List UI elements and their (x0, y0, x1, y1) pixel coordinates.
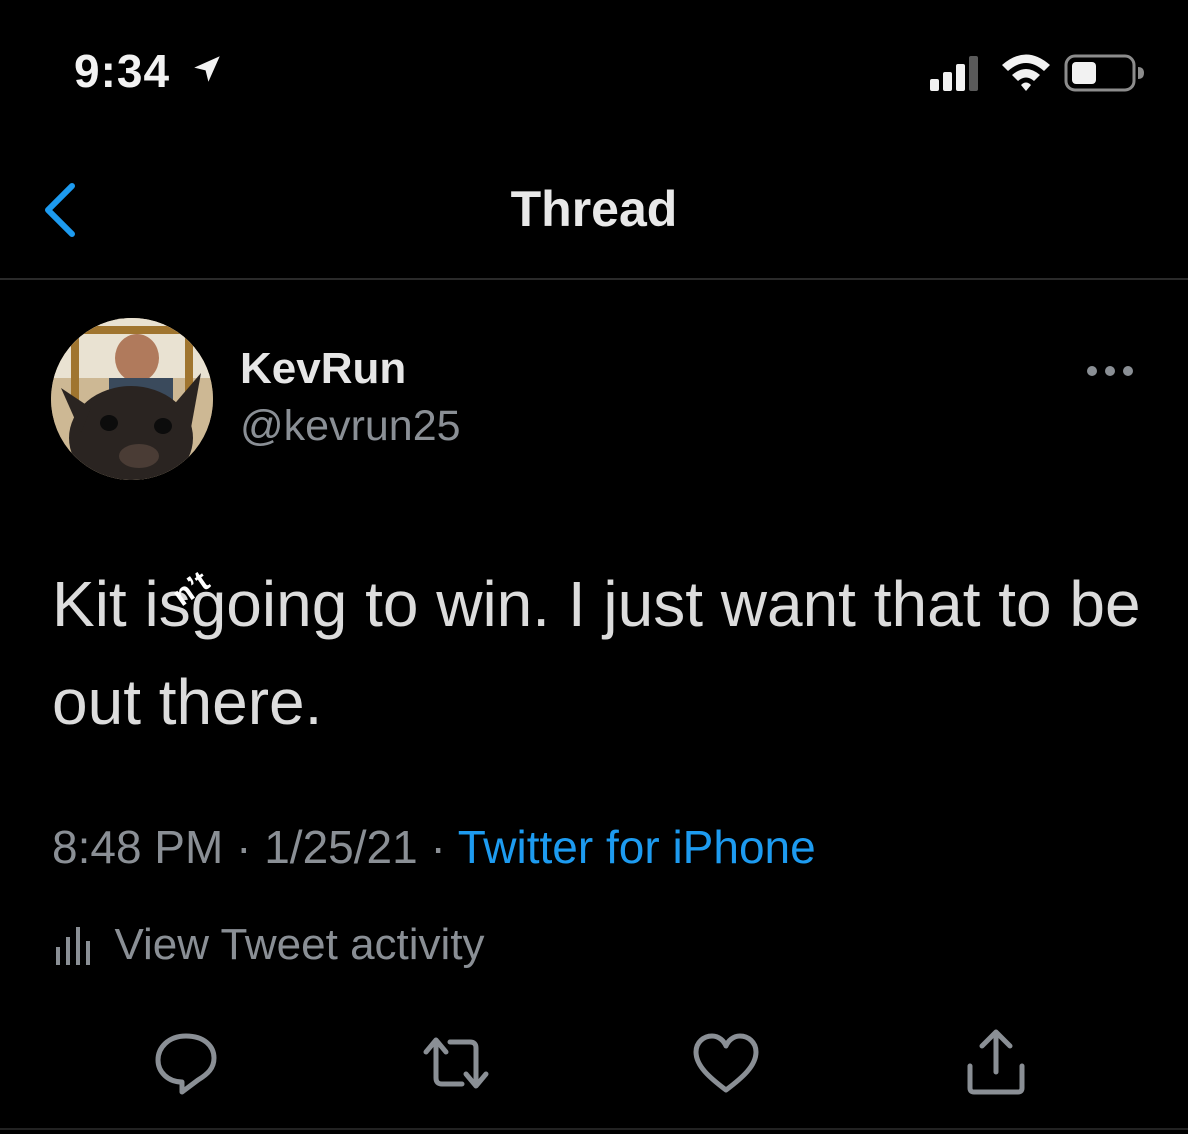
tweet-meta: 8:48 PM · 1/25/21 · Twitter for iPhone (52, 820, 816, 874)
status-time: 9:34 (74, 45, 171, 97)
author-handle[interactable]: @kevrun25 (240, 402, 461, 451)
reply-icon[interactable] (148, 1026, 224, 1102)
battery-icon (1064, 54, 1144, 92)
nav-header: Thread (0, 140, 1188, 280)
activity-label: View Tweet activity (114, 920, 485, 969)
meta-separator: · (430, 821, 446, 873)
tweet-text: Kit is n’t going to win. I just want that … (52, 555, 1152, 751)
tweet-time: 8:48 PM (52, 821, 224, 873)
divider (0, 1128, 1188, 1130)
avatar-image (51, 318, 213, 480)
avatar[interactable] (51, 318, 213, 480)
activity-bars-icon (56, 927, 90, 965)
view-activity-button[interactable]: View Tweet activity (52, 920, 485, 976)
share-icon[interactable] (958, 1026, 1034, 1102)
meta-separator: · (236, 821, 252, 873)
like-icon[interactable] (688, 1026, 764, 1102)
tweet-source-link[interactable]: Twitter for iPhone (458, 821, 816, 873)
page-title: Thread (510, 181, 678, 237)
action-bar (0, 1020, 1188, 1110)
author-name[interactable]: KevRun (240, 344, 406, 394)
location-arrow-icon (194, 56, 220, 82)
tweet-text-after: going to win. I just want that to be out… (52, 568, 1141, 738)
cellular-signal-icon (930, 56, 978, 91)
wifi-icon (1002, 54, 1050, 91)
status-bar: 9:34 (0, 0, 1188, 140)
retweet-icon[interactable] (418, 1026, 494, 1102)
more-options-icon[interactable] (1082, 356, 1138, 386)
tweet-date: 1/25/21 (264, 821, 418, 873)
tweet-text-before: Kit is (52, 568, 191, 640)
